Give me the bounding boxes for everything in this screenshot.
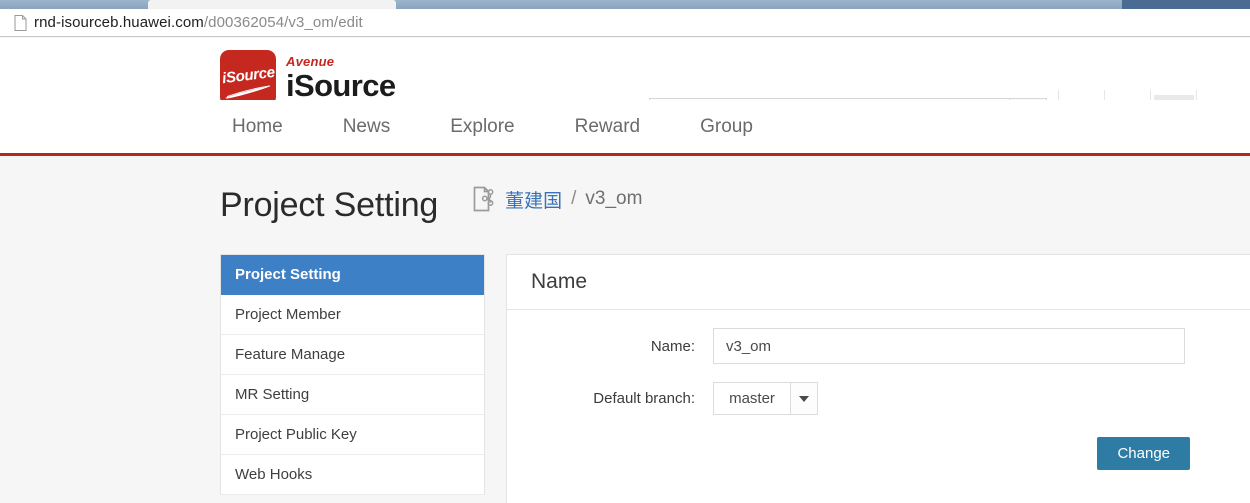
page-body: Project Setting 董建国 / v3_om Project Settin… bbox=[0, 159, 1250, 503]
logo-swoosh-icon bbox=[225, 85, 271, 99]
sidebar-item-label: Feature Manage bbox=[235, 346, 346, 363]
logo-avenue-text: Avenue bbox=[286, 54, 335, 69]
form-row-default-branch: Default branch: master bbox=[507, 382, 1250, 415]
main-nav: Home News Explore Reward Group bbox=[0, 100, 1250, 156]
sidebar-item-label: Project Public Key bbox=[235, 426, 357, 443]
repo-fork-icon bbox=[473, 186, 494, 212]
sidebar-item-web-hooks[interactable]: Web Hooks bbox=[221, 455, 484, 495]
sidebar-item-project-member[interactable]: Project Member bbox=[221, 295, 484, 335]
sidebar-item-label: Project Member bbox=[235, 306, 341, 323]
nav-item-group[interactable]: Group bbox=[700, 116, 753, 138]
sidebar-item-project-public-key[interactable]: Project Public Key bbox=[221, 415, 484, 455]
panel-heading: Name bbox=[507, 255, 1250, 310]
sidebar-item-label: MR Setting bbox=[235, 386, 310, 403]
breadcrumb-separator: / bbox=[571, 188, 577, 209]
page-header-row: Project Setting 董建国 / v3_om bbox=[220, 186, 642, 225]
chevron-down-icon[interactable] bbox=[790, 382, 818, 415]
panel-actions: Change bbox=[507, 437, 1250, 470]
settings-sidebar: Project Setting Project Member Feature M… bbox=[220, 254, 485, 495]
sidebar-item-label: Project Setting bbox=[235, 266, 341, 283]
sidebar-item-project-setting[interactable]: Project Setting bbox=[221, 255, 484, 295]
address-bar-url: rnd-isourceb.huawei.com/d00362054/v3_om/… bbox=[34, 14, 363, 31]
url-domain: rnd-isourceb.huawei.com bbox=[34, 14, 204, 31]
breadcrumb-owner[interactable]: 董建国 bbox=[505, 186, 562, 213]
default-branch-select[interactable]: master bbox=[713, 382, 818, 415]
document-icon bbox=[14, 14, 27, 31]
logo-badge-text: iSource bbox=[220, 63, 276, 87]
sidebar-item-label: Web Hooks bbox=[235, 466, 313, 483]
isource-logo-badge: iSource bbox=[220, 50, 276, 106]
url-path: /d00362054/v3_om/edit bbox=[203, 14, 363, 31]
nav-item-reward[interactable]: Reward bbox=[575, 116, 640, 138]
caret-triangle bbox=[799, 395, 809, 402]
change-button[interactable]: Change bbox=[1097, 437, 1190, 470]
nav-item-explore[interactable]: Explore bbox=[450, 116, 514, 138]
default-branch-value: master bbox=[713, 382, 790, 415]
app-root: rnd-isourceb.huawei.com/d00362054/v3_om/… bbox=[0, 0, 1250, 503]
browser-tabstrip-right bbox=[1122, 0, 1250, 9]
nav-item-home[interactable]: Home bbox=[232, 116, 283, 138]
form-row-name: Name: bbox=[507, 328, 1250, 364]
name-input[interactable] bbox=[713, 328, 1185, 364]
default-branch-label: Default branch: bbox=[593, 390, 695, 407]
nav-item-news[interactable]: News bbox=[343, 116, 391, 138]
breadcrumb-project[interactable]: v3_om bbox=[585, 188, 642, 210]
sidebar-item-feature-manage[interactable]: Feature Manage bbox=[221, 335, 484, 375]
page-title: Project Setting bbox=[220, 186, 439, 224]
sidebar-item-mr-setting[interactable]: MR Setting bbox=[221, 375, 484, 415]
browser-tab-active[interactable] bbox=[148, 0, 396, 9]
browser-tabstrip bbox=[0, 0, 1250, 9]
name-label: Name: bbox=[650, 337, 695, 355]
browser-address-bar[interactable]: rnd-isourceb.huawei.com/d00362054/v3_om/… bbox=[0, 9, 1250, 37]
breadcrumb: 董建国 / v3_om bbox=[472, 186, 642, 213]
site-logo[interactable]: iSource Avenue iSource bbox=[220, 50, 396, 106]
site-header: iSource Avenue iSource bbox=[0, 38, 1250, 140]
logo-wordmark: Avenue iSource bbox=[286, 55, 396, 101]
settings-panel: Name Name: Default branch: master Change bbox=[506, 254, 1250, 503]
logo-isource-text: iSource bbox=[286, 68, 396, 103]
